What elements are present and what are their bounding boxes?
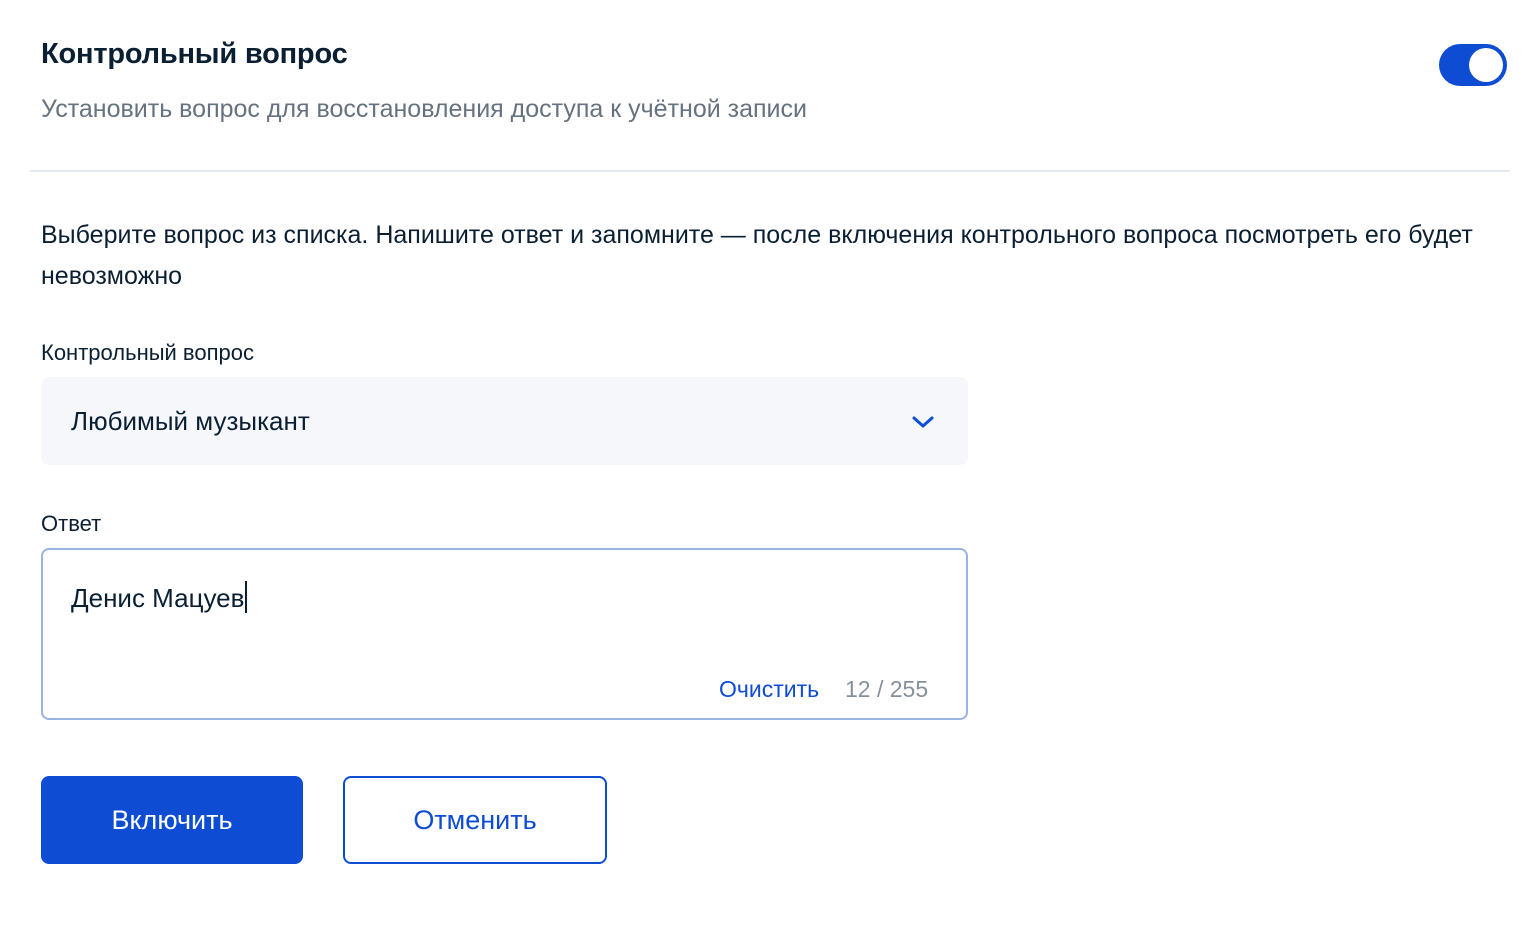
text-caret <box>245 581 248 613</box>
question-select-value: Любимый музыкант <box>71 406 310 436</box>
cancel-button[interactable]: Отменить <box>343 776 607 864</box>
instruction-text: Выберите вопрос из списка. Напишите отве… <box>41 221 1473 290</box>
clear-answer-link[interactable]: Очистить <box>719 676 819 703</box>
character-counter: 12 / 255 <box>845 676 929 702</box>
enable-button[interactable]: Включить <box>41 776 303 864</box>
answer-value: Денис Мацуев <box>71 581 248 614</box>
answer-text: Денис Мацуев <box>71 583 245 613</box>
question-select[interactable]: Любимый музыкант <box>41 377 968 465</box>
question-field-label: Контрольный вопрос <box>41 340 254 365</box>
section-title: Контрольный вопрос <box>41 38 348 70</box>
answer-textarea[interactable]: Денис Мацуев Очистить 12 / 255 <box>41 548 968 720</box>
security-question-page: Контрольный вопрос Установить вопрос для… <box>0 0 1540 928</box>
chevron-down-icon <box>912 416 934 428</box>
section-divider <box>30 170 1510 172</box>
security-question-toggle[interactable] <box>1439 44 1507 86</box>
toggle-knob <box>1469 48 1503 82</box>
section-subtitle: Установить вопрос для восстановления дос… <box>41 95 807 123</box>
answer-field-label: Ответ <box>41 511 102 536</box>
